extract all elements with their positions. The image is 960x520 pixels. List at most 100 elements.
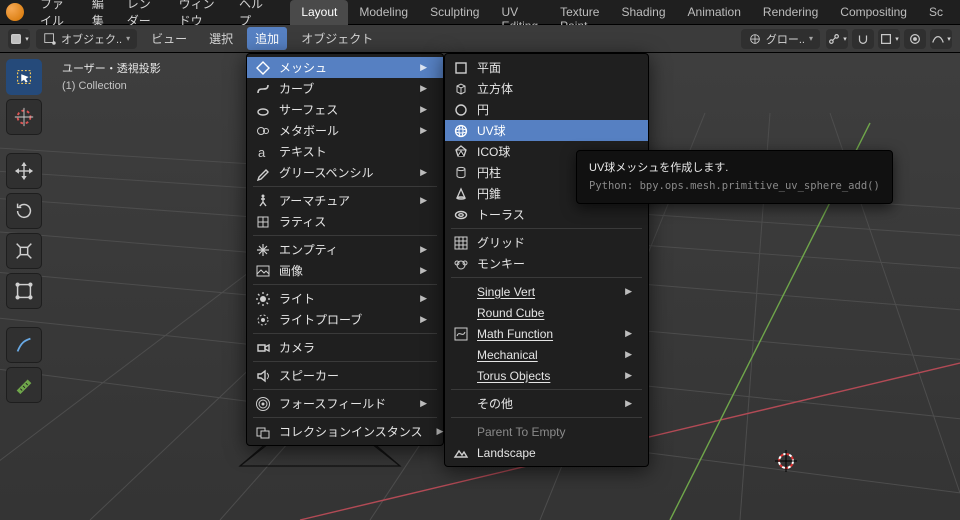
orientation-select[interactable]: グロー.. ▾ xyxy=(741,29,820,49)
add-menu-label: ラティス xyxy=(279,213,427,230)
tab-texture-paint[interactable]: Texture Paint xyxy=(549,0,610,25)
mesh-submenu: 平面立方体円UV球ICO球円柱円錐トーラスグリッドモンキーSingle Vert… xyxy=(444,53,649,467)
mesh-menu-label: トーラス xyxy=(477,206,632,223)
app-logo-icon xyxy=(6,3,24,21)
probe-icon xyxy=(255,312,271,328)
header-view[interactable]: ビュー xyxy=(143,27,195,50)
snap-button[interactable] xyxy=(852,29,874,49)
add-menu-label: メッシュ xyxy=(279,59,406,76)
tool-cursor[interactable] xyxy=(6,99,42,135)
chevron-down-icon: ▾ xyxy=(843,35,847,43)
tab-uv-editing[interactable]: UV Editing xyxy=(490,0,549,25)
tab-sculpting[interactable]: Sculpting xyxy=(419,0,490,25)
submenu-arrow-icon: ▶ xyxy=(420,167,427,178)
force-icon xyxy=(255,396,271,412)
add-menu-item-16[interactable]: カメラ xyxy=(247,337,443,358)
chevron-down-icon: ▾ xyxy=(895,35,899,43)
gpencil-icon xyxy=(255,165,271,181)
overlay-line2: (1) Collection xyxy=(62,78,161,95)
add-menu-item-10[interactable]: エンプティ▶ xyxy=(247,239,443,260)
mesh-menu-item-16[interactable]: Torus Objects ▶ xyxy=(445,365,648,386)
mesh-menu-label: Math Function xyxy=(477,327,611,341)
submenu-arrow-icon: ▶ xyxy=(625,370,632,381)
mesh-menu-item-2[interactable]: 円 xyxy=(445,99,648,120)
blank-icon xyxy=(453,424,469,440)
mesh-menu-item-14[interactable]: Math Function ▶ xyxy=(445,323,648,344)
pivot-button[interactable]: ▾ xyxy=(826,29,848,49)
tab-compositing[interactable]: Compositing xyxy=(829,0,918,25)
add-menu-item-5[interactable]: グリースペンシル▶ xyxy=(247,162,443,183)
editor-type-button[interactable]: ▾ xyxy=(8,29,30,49)
chevron-down-icon: ▾ xyxy=(809,34,813,43)
add-menu-item-8[interactable]: ラティス xyxy=(247,211,443,232)
cyl-icon xyxy=(453,165,469,181)
add-menu-label: メタボール xyxy=(279,122,406,139)
tool-rotate[interactable] xyxy=(6,193,42,229)
add-menu-label: サーフェス xyxy=(279,101,406,118)
add-menu-item-20[interactable]: フォースフィールド▶ xyxy=(247,393,443,414)
mesh-menu-item-9[interactable]: グリッド xyxy=(445,232,648,253)
add-menu-item-14[interactable]: ライトプローブ▶ xyxy=(247,309,443,330)
tool-transform[interactable] xyxy=(6,273,42,309)
uvsphere-icon xyxy=(453,123,469,139)
header-select[interactable]: 選択 xyxy=(201,27,241,50)
mode-select[interactable]: オブジェク.. ▾ xyxy=(36,29,137,49)
submenu-arrow-icon: ▶ xyxy=(420,244,427,255)
light-icon xyxy=(255,291,271,307)
tab-shading[interactable]: Shading xyxy=(610,0,676,25)
mesh-menu-item-20[interactable]: Parent To Empty xyxy=(445,421,648,442)
add-menu-item-22[interactable]: コレクションインスタンス▶ xyxy=(247,421,443,442)
add-menu-item-2[interactable]: サーフェス▶ xyxy=(247,99,443,120)
surface-icon xyxy=(255,102,271,118)
add-menu-item-11[interactable]: 画像▶ xyxy=(247,260,443,281)
add-menu-item-4[interactable]: aテキスト xyxy=(247,141,443,162)
mesh-menu-item-1[interactable]: 立方体 xyxy=(445,78,648,99)
submenu-arrow-icon: ▶ xyxy=(420,293,427,304)
mesh-menu-item-3[interactable]: UV球 xyxy=(445,120,648,141)
mesh-menu-item-10[interactable]: モンキー xyxy=(445,253,648,274)
add-menu-item-7[interactable]: アーマチュア▶ xyxy=(247,190,443,211)
tool-scale[interactable] xyxy=(6,233,42,269)
tool-measure[interactable] xyxy=(6,367,42,403)
proportional-edit[interactable] xyxy=(904,29,926,49)
mesh-menu-label: 平面 xyxy=(477,59,632,76)
tab-animation[interactable]: Animation xyxy=(677,0,752,25)
tool-select-box[interactable] xyxy=(6,59,42,95)
mesh-menu-item-7[interactable]: トーラス xyxy=(445,204,648,225)
viewport-overlay-text: ユーザー・透視投影 (1) Collection xyxy=(62,61,161,95)
cone-icon xyxy=(453,186,469,202)
add-menu-item-3[interactable]: メタボール▶ xyxy=(247,120,443,141)
mesh-menu-label: グリッド xyxy=(477,234,632,251)
add-menu-item-13[interactable]: ライト▶ xyxy=(247,288,443,309)
curve-icon xyxy=(255,81,271,97)
tool-annotate[interactable] xyxy=(6,327,42,363)
blank-icon xyxy=(453,305,469,321)
top-menu-bar: ファイル 編集 レンダー ウィンドウ ヘルプ Layout Modeling S… xyxy=(0,0,960,25)
mesh-menu-label: Torus Objects xyxy=(477,369,611,383)
mesh-menu-item-18[interactable]: その他▶ xyxy=(445,393,648,414)
snap-options[interactable]: ▾ xyxy=(878,29,900,49)
tool-move[interactable] xyxy=(6,153,42,189)
header-add[interactable]: 追加 xyxy=(247,27,287,50)
submenu-arrow-icon: ▶ xyxy=(625,328,632,339)
tab-rendering[interactable]: Rendering xyxy=(752,0,829,25)
mesh-menu-item-15[interactable]: Mechanical▶ xyxy=(445,344,648,365)
mesh-menu-item-0[interactable]: 平面 xyxy=(445,57,648,78)
blank-icon xyxy=(453,368,469,384)
add-menu-item-0[interactable]: メッシュ▶ xyxy=(247,57,443,78)
mesh-menu-item-12[interactable]: Single Vert▶ xyxy=(445,281,648,302)
mesh-menu-item-21[interactable]: Landscape xyxy=(445,442,648,463)
tab-more[interactable]: Sc xyxy=(918,0,954,25)
mesh-menu-item-13[interactable]: Round Cube xyxy=(445,302,648,323)
circle-icon xyxy=(453,102,469,118)
add-menu-item-1[interactable]: カーブ▶ xyxy=(247,78,443,99)
overlay-line1: ユーザー・透視投影 xyxy=(62,61,161,78)
submenu-arrow-icon: ▶ xyxy=(420,398,427,409)
add-menu-item-18[interactable]: スピーカー xyxy=(247,365,443,386)
tab-layout[interactable]: Layout xyxy=(290,0,348,25)
tab-modeling[interactable]: Modeling xyxy=(348,0,419,25)
mesh-menu-label: Landscape xyxy=(477,446,632,460)
header-object[interactable]: オブジェクト xyxy=(293,27,381,50)
mode-label: オブジェク.. xyxy=(61,31,122,47)
proportional-falloff[interactable]: ▾ xyxy=(930,29,952,49)
